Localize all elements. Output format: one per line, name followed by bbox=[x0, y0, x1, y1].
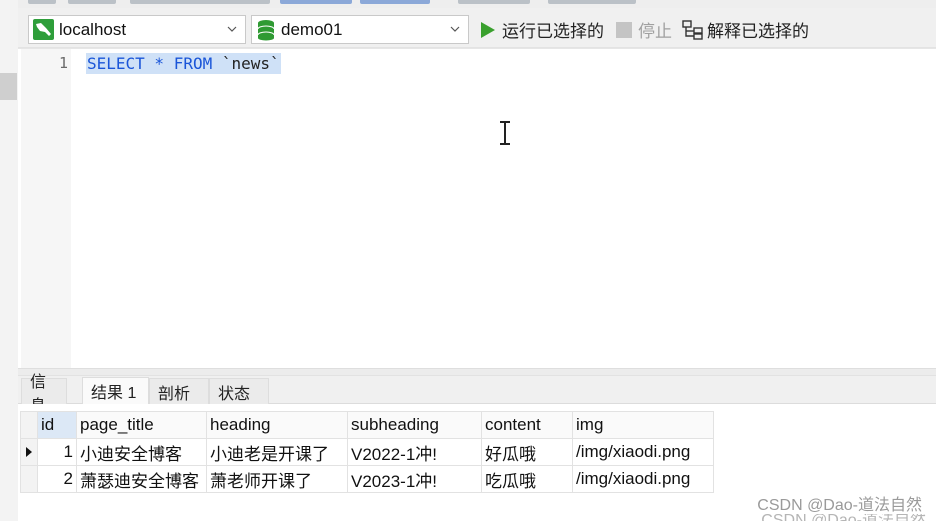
top-toolbar-cut bbox=[18, 0, 936, 8]
result-tabs: 信息 结果 1 剖析 状态 bbox=[18, 374, 936, 415]
sql-identifier: `news` bbox=[212, 54, 280, 73]
pane-splitter[interactable] bbox=[18, 368, 936, 376]
chevron-down-icon bbox=[227, 26, 237, 32]
watermark: CSDN @Dao-道法自然 bbox=[757, 497, 922, 514]
chevron-down-icon bbox=[450, 26, 460, 32]
text-cursor-icon bbox=[500, 121, 510, 145]
cell-id[interactable]: 1 bbox=[37, 438, 77, 466]
play-icon bbox=[481, 21, 495, 38]
line-number: 1 bbox=[58, 54, 68, 72]
cell-page-title[interactable]: 小迪安全博客 bbox=[76, 438, 207, 466]
tab-result-1[interactable]: 结果 1 bbox=[82, 377, 149, 404]
explain-selected-button[interactable]: 解释已选择的 bbox=[682, 16, 809, 43]
explain-icon bbox=[682, 19, 703, 40]
current-row-indicator bbox=[20, 438, 38, 466]
tab-profile-label: 剖析 bbox=[158, 385, 191, 403]
query-toolbar: localhost demo01 运行已选择的 停止 解释已选择的 bbox=[18, 8, 936, 48]
row-indicator bbox=[20, 465, 38, 493]
cell-subheading[interactable]: V2022-1冲! bbox=[347, 438, 482, 466]
tab-info[interactable]: 信息 bbox=[21, 374, 67, 415]
sql-keyword: SELECT bbox=[87, 54, 145, 73]
cell-heading[interactable]: 小迪老是开课了 bbox=[206, 438, 348, 466]
sql-editor[interactable]: 1 SELECT * FROM `news` bbox=[18, 48, 936, 369]
column-header-heading[interactable]: heading bbox=[206, 411, 348, 439]
cell-subheading[interactable]: V2023-1冲! bbox=[347, 465, 482, 493]
code-line-selected[interactable]: SELECT * FROM `news` bbox=[86, 53, 281, 74]
row-indicator-header bbox=[20, 411, 38, 439]
connection-select[interactable]: localhost bbox=[28, 15, 246, 44]
stop-label: 停止 bbox=[638, 22, 672, 41]
tab-result-1-label: 结果 1 bbox=[91, 385, 137, 402]
tab-status[interactable]: 状态 bbox=[209, 378, 269, 404]
database-select[interactable]: demo01 bbox=[251, 15, 469, 44]
column-header-id[interactable]: id bbox=[37, 411, 77, 439]
stop-icon bbox=[616, 21, 632, 38]
tab-status-label: 状态 bbox=[218, 385, 251, 403]
table-row[interactable]: 2 萧瑟迪安全博客 萧老师开课了 V2023-1冲! 吃瓜哦 /img/xiao… bbox=[20, 465, 714, 493]
cell-img[interactable]: /img/xiaodi.png bbox=[572, 438, 714, 466]
stop-button[interactable]: 停止 bbox=[616, 16, 672, 43]
explain-selected-label: 解释已选择的 bbox=[707, 22, 809, 41]
column-header-content[interactable]: content bbox=[481, 411, 573, 439]
grid-header-row: id page_title heading subheading content… bbox=[20, 411, 714, 439]
column-header-img[interactable]: img bbox=[572, 411, 714, 439]
result-grid: id page_title heading subheading content… bbox=[20, 411, 714, 493]
line-number-gutter: 1 bbox=[21, 49, 71, 369]
sql-operator: * bbox=[144, 54, 174, 73]
cell-heading[interactable]: 萧老师开课了 bbox=[206, 465, 348, 493]
cell-img[interactable]: /img/xiaodi.png bbox=[572, 465, 714, 493]
navicat-query-window: localhost demo01 运行已选择的 停止 解释已选择的 1 SELE… bbox=[0, 0, 936, 521]
mysql-dolphin-icon bbox=[33, 19, 54, 40]
run-selected-label: 运行已选择的 bbox=[502, 22, 604, 41]
cell-content[interactable]: 吃瓜哦 bbox=[481, 465, 573, 493]
cell-id[interactable]: 2 bbox=[37, 465, 77, 493]
run-selected-button[interactable]: 运行已选择的 bbox=[480, 16, 604, 43]
connection-value: localhost bbox=[59, 19, 127, 39]
row-pointer-icon bbox=[26, 447, 32, 457]
database-icon bbox=[257, 19, 275, 40]
watermark-echo: CSDN @Dao-道法自然 bbox=[761, 514, 926, 521]
left-panel-tab[interactable] bbox=[0, 73, 17, 100]
database-value: demo01 bbox=[281, 19, 343, 39]
cell-content[interactable]: 好瓜哦 bbox=[481, 438, 573, 466]
cell-page-title[interactable]: 萧瑟迪安全博客 bbox=[76, 465, 207, 493]
sql-keyword: FROM bbox=[173, 54, 213, 73]
column-header-subheading[interactable]: subheading bbox=[347, 411, 482, 439]
table-row[interactable]: 1 小迪安全博客 小迪老是开课了 V2022-1冲! 好瓜哦 /img/xiao… bbox=[20, 438, 714, 466]
column-header-page-title[interactable]: page_title bbox=[76, 411, 207, 439]
tab-profile[interactable]: 剖析 bbox=[149, 378, 209, 404]
